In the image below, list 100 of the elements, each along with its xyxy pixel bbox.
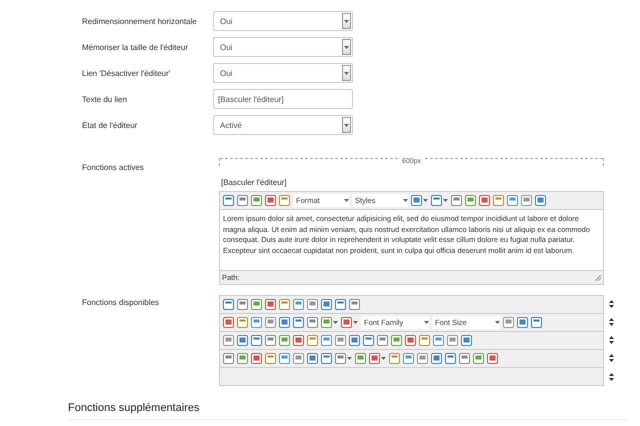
resize-grip-icon[interactable]: [595, 274, 601, 280]
input-field[interactable]: [Basculer l'éditeur]: [213, 89, 353, 109]
toolbar-icon[interactable]: [237, 299, 248, 310]
toolbar-icon[interactable]: [369, 353, 380, 364]
toolbar-icon[interactable]: [335, 335, 346, 346]
toolbar-icon[interactable]: [251, 317, 262, 328]
toolbar-icon[interactable]: [389, 353, 400, 364]
caret-icon: [344, 199, 349, 202]
toolbar-icon[interactable]: [405, 335, 416, 346]
toolbar-icon[interactable]: [431, 195, 442, 206]
toolbar-icon[interactable]: [517, 317, 528, 328]
toolbar-icon[interactable]: [307, 317, 318, 328]
toolbar-icon[interactable]: [493, 195, 504, 206]
toolbar-icon[interactable]: [411, 195, 422, 206]
toolbar-icon[interactable]: [251, 299, 262, 310]
toolbar-icon[interactable]: [335, 353, 346, 364]
toolbar-icon[interactable]: [251, 353, 262, 364]
toolbar-icon[interactable]: [391, 335, 402, 346]
split-button[interactable]: [411, 195, 428, 206]
split-button[interactable]: [431, 195, 448, 206]
toolbar-row[interactable]: [219, 331, 604, 349]
select-field[interactable]: Oui: [213, 63, 353, 83]
toolbar-icon[interactable]: [251, 195, 262, 206]
toolbar-icon[interactable]: [433, 335, 444, 346]
toolbar-icon[interactable]: [403, 353, 414, 364]
toolbar-icon[interactable]: [237, 335, 248, 346]
toolbar-icon[interactable]: [223, 195, 234, 206]
toolbar-icon[interactable]: [293, 299, 304, 310]
split-button[interactable]: [369, 353, 386, 364]
toolbar-icon[interactable]: [223, 317, 234, 328]
toolbar-icon[interactable]: [531, 317, 542, 328]
toolbar-icon[interactable]: [321, 353, 332, 364]
toolbar-icon[interactable]: [279, 353, 290, 364]
toolbar-icon[interactable]: [279, 317, 290, 328]
toolbar-icon[interactable]: [293, 335, 304, 346]
toolbar-icon[interactable]: [341, 317, 352, 328]
toolbar-icon[interactable]: [265, 195, 276, 206]
toolbar-icon[interactable]: [335, 299, 346, 310]
toolbar-icon[interactable]: [265, 353, 276, 364]
toolbar-icon[interactable]: [307, 299, 318, 310]
toolbar-icon[interactable]: [265, 299, 276, 310]
toolbar-row[interactable]: [219, 349, 604, 367]
toolbar-icon[interactable]: [293, 353, 304, 364]
drag-handle-icon[interactable]: [608, 372, 614, 380]
toggle-editor-link[interactable]: [Basculer l'éditeur]: [221, 178, 604, 187]
toolbar-icon[interactable]: [507, 195, 518, 206]
toolbar-icon[interactable]: [487, 353, 498, 364]
toolbar-icon[interactable]: [417, 353, 428, 364]
toolbar-icon[interactable]: [459, 353, 470, 364]
toolbar-icon[interactable]: [461, 335, 472, 346]
split-button[interactable]: [341, 317, 358, 328]
toolbar-icon[interactable]: [321, 299, 332, 310]
drag-handle-icon[interactable]: [608, 354, 614, 362]
toolbar-icon[interactable]: [251, 335, 262, 346]
toolbar-icon[interactable]: [321, 317, 332, 328]
toolbar-icon[interactable]: [265, 335, 276, 346]
toolbar-icon[interactable]: [451, 195, 462, 206]
toolbar-icon[interactable]: [279, 335, 290, 346]
drag-handle-icon[interactable]: [608, 300, 614, 308]
field-label: État de l'éditeur: [82, 120, 138, 130]
toolbar-icon[interactable]: [237, 195, 248, 206]
drag-handle-icon[interactable]: [608, 318, 614, 326]
toolbar-icon[interactable]: [349, 335, 360, 346]
toolbar-icon[interactable]: [265, 317, 276, 328]
toolbar-icon[interactable]: [223, 335, 234, 346]
select-field[interactable]: Activé: [213, 115, 353, 135]
field-label: Mémoriser la taille de l'éditeur: [82, 42, 190, 52]
field-label: Fonctions actives: [82, 162, 145, 174]
toolbar-icon[interactable]: [473, 353, 484, 364]
toolbar-icon[interactable]: [237, 317, 248, 328]
toolbar-icon[interactable]: [503, 317, 514, 328]
toolbar-icon[interactable]: [521, 195, 532, 206]
toolbar-icon[interactable]: [223, 299, 234, 310]
split-button[interactable]: [335, 353, 352, 364]
toolbar-icon[interactable]: [465, 195, 476, 206]
toolbar-icon[interactable]: [431, 353, 442, 364]
toolbar-icon[interactable]: [321, 335, 332, 346]
toolbar-icon[interactable]: [363, 335, 374, 346]
toolbar-icon[interactable]: [419, 335, 430, 346]
drag-handle-icon[interactable]: [608, 336, 614, 344]
select-field[interactable]: Oui: [213, 11, 353, 31]
caret-icon: [344, 46, 349, 48]
toolbar-icon[interactable]: [377, 335, 388, 346]
field-label: Redimensionnement horizontale: [82, 16, 198, 26]
toolbar-icon[interactable]: [535, 195, 546, 206]
select-field[interactable]: Oui: [213, 37, 353, 57]
toolbar-icon[interactable]: [237, 353, 248, 364]
toolbar-icon[interactable]: [279, 195, 290, 206]
toolbar-icon[interactable]: [293, 317, 304, 328]
toolbar-row[interactable]: [219, 295, 604, 313]
toolbar-icon[interactable]: [279, 299, 290, 310]
toolbar-icon[interactable]: [307, 335, 318, 346]
toolbar-icon[interactable]: [479, 195, 490, 206]
split-button[interactable]: [321, 317, 338, 328]
toolbar-icon[interactable]: [447, 335, 458, 346]
toolbar-icon[interactable]: [445, 353, 456, 364]
toolbar-icon[interactable]: [223, 353, 234, 364]
toolbar-icon[interactable]: [355, 353, 366, 364]
toolbar-icon[interactable]: [307, 353, 318, 364]
toolbar-icon[interactable]: [349, 299, 360, 310]
